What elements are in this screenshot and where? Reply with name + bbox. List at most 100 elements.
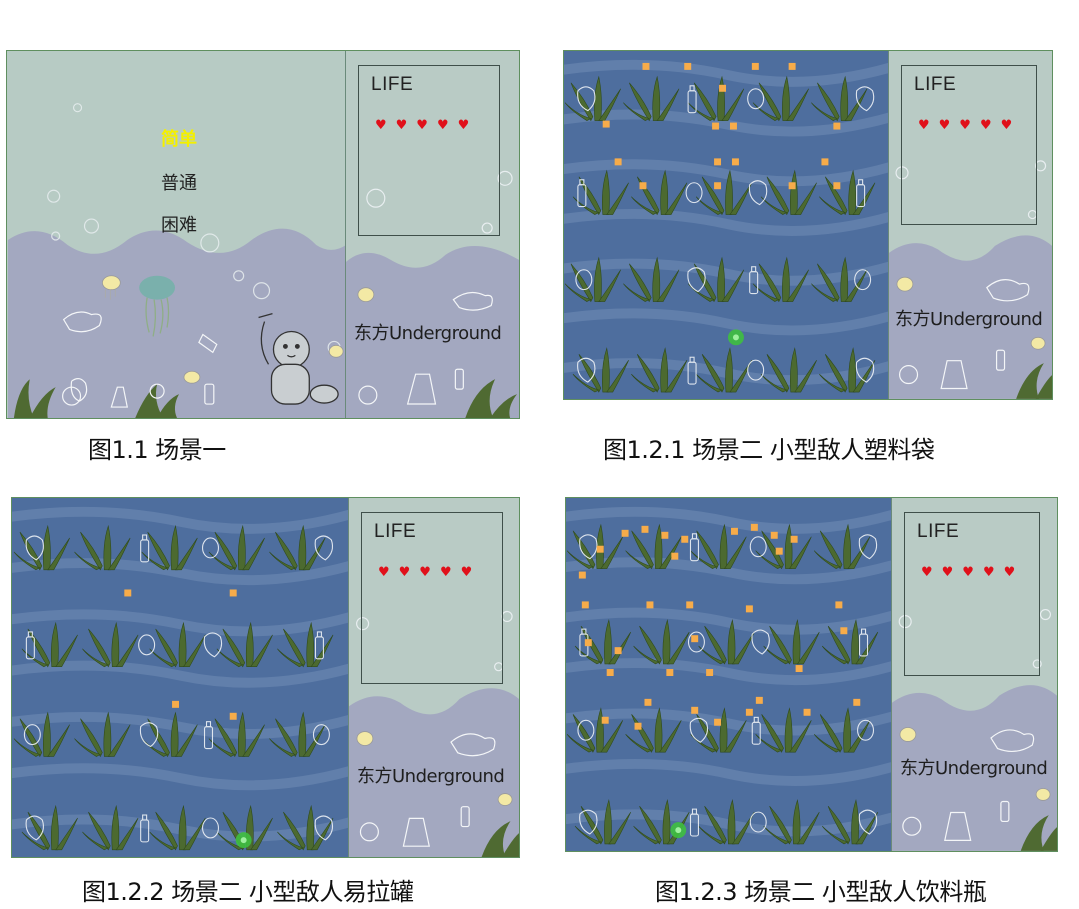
enemy-bullet bbox=[584, 639, 592, 647]
caption-scene2-bottle: 图1.2.3 场景二 小型敌人饮料瓶 bbox=[655, 878, 987, 906]
scene2-can-side-panel: LIFE ♥♥♥♥♥ 东方Underground bbox=[348, 498, 519, 857]
enemy-bullet bbox=[681, 535, 689, 543]
enemy-bullet bbox=[719, 84, 727, 92]
jellyfish-icon bbox=[896, 276, 914, 292]
enemy-bullet bbox=[751, 62, 759, 70]
seaweed-icon bbox=[633, 618, 690, 665]
enemy-bullet bbox=[646, 601, 654, 609]
seaweed-icon bbox=[269, 524, 326, 571]
enemy-bullet bbox=[833, 122, 841, 130]
difficulty-normal-option[interactable]: 普通 bbox=[161, 169, 197, 195]
enemy-bullet bbox=[712, 122, 720, 130]
heart-icon: ♥♥♥♥♥ bbox=[921, 565, 1025, 580]
enemy-bullet bbox=[770, 531, 778, 539]
enemy-bullet bbox=[755, 696, 763, 704]
seaweed-icon bbox=[82, 621, 139, 668]
seaweed-icon bbox=[763, 799, 820, 845]
heart-icon: ♥♥♥♥♥ bbox=[378, 565, 482, 580]
enemy-bullet bbox=[833, 182, 841, 190]
enemy-bullet bbox=[745, 708, 753, 716]
scene2-can-game-area bbox=[12, 498, 350, 857]
seaweed-icon bbox=[760, 347, 817, 393]
scene2-bottle-game-area bbox=[566, 498, 893, 851]
enemy-bullet bbox=[229, 589, 237, 597]
enemy-bullet bbox=[714, 158, 722, 166]
enemy-bullet bbox=[750, 523, 758, 531]
seaweed-icon bbox=[574, 618, 631, 665]
seaweed-icon bbox=[631, 169, 688, 216]
enemy-bullet bbox=[634, 722, 642, 730]
life-label: LIFE bbox=[914, 74, 957, 95]
scene2-bag-side-panel: LIFE ♥♥♥♥♥ 东方Underground bbox=[888, 51, 1052, 399]
life-label: LIFE bbox=[374, 521, 417, 542]
enemy-bullet bbox=[614, 647, 622, 655]
jellyfish-icon bbox=[1035, 788, 1051, 801]
water-background bbox=[564, 59, 890, 393]
enemy-bullet bbox=[661, 531, 669, 539]
scene2-bottle-screenshot: LIFE ♥♥♥♥♥ 东方Underground bbox=[565, 497, 1058, 852]
enemy-bullet bbox=[803, 708, 811, 716]
can-icon bbox=[138, 634, 156, 656]
scene2-bag-screenshot: LIFE ♥♥♥♥♥ 东方Underground bbox=[563, 50, 1053, 400]
player-orb-core bbox=[240, 837, 247, 844]
enemy-bullet bbox=[788, 182, 796, 190]
caption-scene1: 图1.1 场景一 bbox=[88, 436, 226, 464]
life-box: LIFE ♥♥♥♥♥ bbox=[358, 65, 500, 236]
heart-icon: ♥♥♥♥♥ bbox=[918, 118, 1022, 133]
enemy-bullet bbox=[853, 698, 861, 706]
enemy-bullet bbox=[790, 535, 798, 543]
scene2-bottle-side-panel: LIFE ♥♥♥♥♥ 东方Underground bbox=[891, 498, 1057, 851]
enemy-bullet bbox=[745, 605, 753, 613]
scene1-game-area: 简单 普通 困难 bbox=[7, 51, 347, 418]
enemy-bullet bbox=[795, 665, 803, 673]
enemy-bullet bbox=[229, 712, 237, 720]
enemy-bullet bbox=[581, 601, 589, 609]
enemy-bullet bbox=[642, 62, 650, 70]
caption-scene2-bag: 图1.2.1 场景二 小型敌人塑料袋 bbox=[603, 436, 935, 464]
life-box: LIFE ♥♥♥♥♥ bbox=[904, 512, 1040, 676]
plastic-bag-icon bbox=[855, 86, 875, 112]
enemy-bullet bbox=[684, 62, 692, 70]
enemy-bullet bbox=[714, 718, 722, 726]
life-label: LIFE bbox=[371, 74, 414, 95]
scene2-can-screenshot: LIFE ♥♥♥♥♥ 东方Underground bbox=[11, 497, 520, 858]
scene1-screenshot: 简单 普通 困难 LIFE ♥♥♥♥♥ 东方Underground bbox=[6, 50, 520, 419]
enemy-bullet bbox=[614, 158, 622, 166]
game-title-brand: 东方Underground bbox=[357, 766, 505, 787]
enemy-bullet bbox=[644, 698, 652, 706]
enemy-bullet bbox=[124, 589, 132, 597]
enemy-bullet bbox=[602, 120, 610, 128]
can-icon bbox=[685, 182, 703, 204]
enemy-bullet bbox=[621, 529, 629, 537]
seaweed-icon bbox=[82, 804, 139, 851]
scene1-side-panel: LIFE ♥♥♥♥♥ 东方Underground bbox=[345, 51, 519, 418]
enemy-bullet bbox=[686, 601, 694, 609]
enemy-bullet bbox=[641, 525, 649, 533]
jellyfish-icon bbox=[497, 793, 513, 806]
scene2-bag-game-area bbox=[564, 51, 890, 399]
game-title-brand: 东方Underground bbox=[354, 323, 502, 344]
plastic-bag-icon bbox=[858, 534, 878, 560]
enemy-bullet bbox=[775, 547, 783, 555]
plastic-bag-icon bbox=[751, 629, 770, 655]
seaweed-icon bbox=[21, 621, 78, 668]
jellyfish-icon bbox=[899, 727, 917, 742]
player-orb-core bbox=[675, 827, 682, 834]
enemy-bullet bbox=[172, 700, 180, 708]
seaweed-icon bbox=[572, 169, 629, 216]
enemy-bullet bbox=[671, 552, 679, 560]
enemy-bullet bbox=[840, 627, 848, 635]
difficulty-easy-option[interactable]: 简单 bbox=[161, 125, 197, 151]
enemy-bullet bbox=[706, 669, 714, 676]
enemy-bullet bbox=[578, 571, 586, 579]
enemy-bullet bbox=[606, 669, 614, 676]
life-box: LIFE ♥♥♥♥♥ bbox=[901, 65, 1037, 225]
enemy-bullet bbox=[601, 716, 609, 724]
enemy-bullet bbox=[729, 122, 737, 130]
enemy-bullet bbox=[639, 182, 647, 190]
difficulty-hard-option[interactable]: 困难 bbox=[161, 211, 197, 237]
jellyfish-icon bbox=[1030, 336, 1046, 350]
jellyfish-icon bbox=[357, 287, 375, 303]
player-orb-core bbox=[732, 334, 739, 341]
enemy-bullet bbox=[714, 182, 722, 190]
